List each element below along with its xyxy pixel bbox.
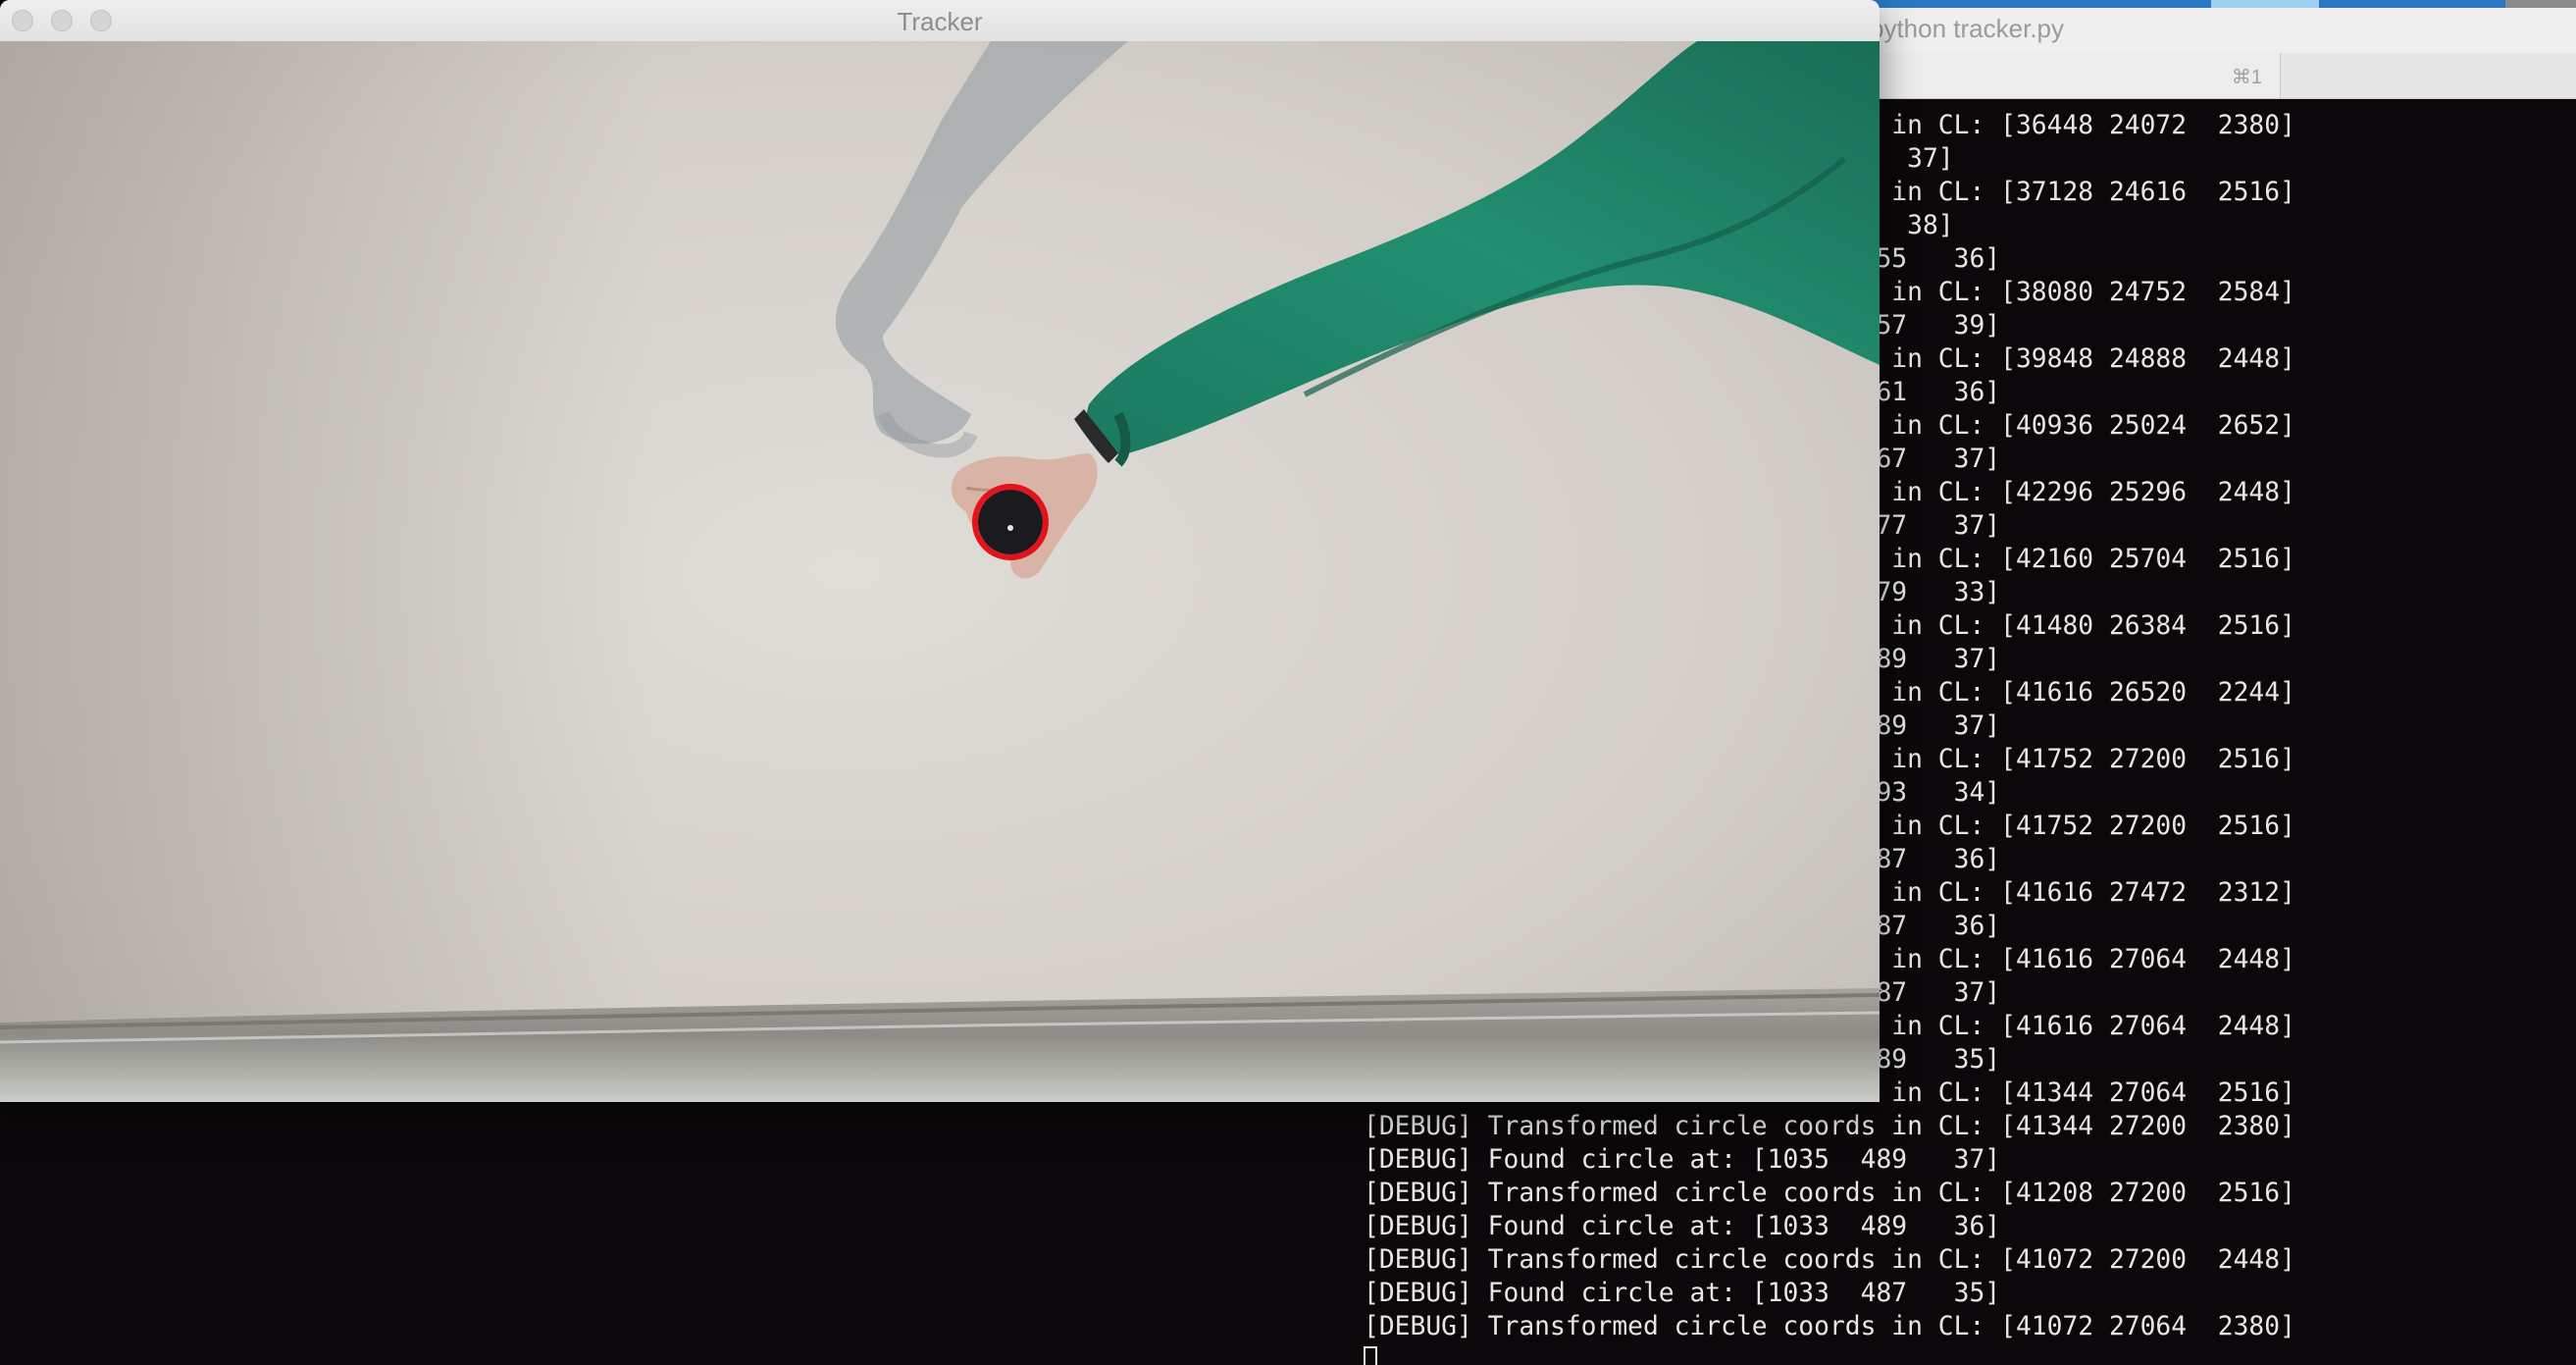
terminal-line: [DEBUG] Transformed circle coords in CL:… bbox=[1364, 1112, 2295, 1141]
tracked-ball bbox=[978, 490, 1043, 554]
terminal-line: [DEBUG] Found circle at: [1033 489 36] bbox=[1364, 1212, 2001, 1241]
terminal-line: [DEBUG] Transformed circle coords in CL:… bbox=[1364, 1179, 2295, 1208]
terminal-cursor bbox=[1364, 1346, 1377, 1365]
tracker-window[interactable]: Tracker bbox=[0, 0, 1880, 1102]
terminal-line: [DEBUG] Transformed circle coords in CL:… bbox=[1364, 1245, 2295, 1275]
terminal-line: [DEBUG] Found circle at: [1035 489 37] bbox=[1364, 1145, 2001, 1175]
tab-shortcut-label: ⌘1 bbox=[2231, 67, 2262, 88]
tracker-titlebar[interactable]: Tracker bbox=[0, 0, 1880, 42]
tracker-title: Tracker bbox=[897, 7, 983, 36]
detection-center bbox=[1007, 525, 1013, 531]
stripe-segment bbox=[2211, 0, 2319, 8]
terminal-line: [DEBUG] Transformed circle coords in CL:… bbox=[1364, 1312, 2295, 1341]
stripe-segment bbox=[2505, 0, 2576, 8]
terminal-prompt-line[interactable] bbox=[1364, 1343, 2295, 1365]
camera-feed bbox=[0, 41, 1880, 1102]
terminal-line: [DEBUG] Found circle at: [1033 487 35] bbox=[1364, 1279, 2001, 1308]
